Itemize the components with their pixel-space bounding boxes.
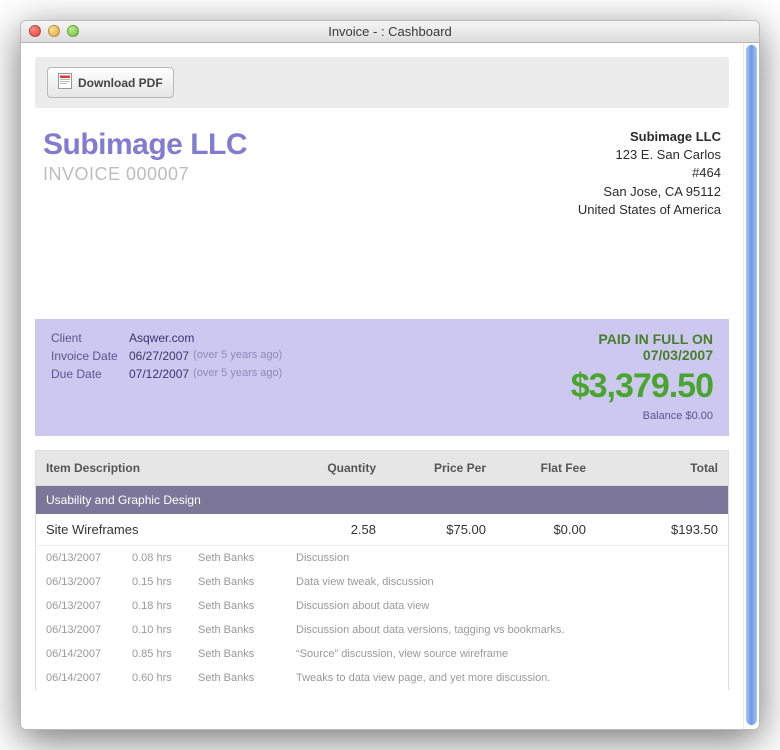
time-hours: 0.85 hrs (132, 648, 198, 660)
time-hours: 0.60 hrs (132, 672, 198, 684)
time-hours: 0.15 hrs (132, 576, 198, 588)
invoice-amount: $3,379.50 (571, 367, 713, 406)
time-entry: 06/13/20070.18 hrsSeth BanksDiscussion a… (35, 594, 729, 618)
time-note: Discussion about data view (296, 600, 718, 612)
window-title: Invoice - : Cashboard (21, 24, 759, 39)
time-note: Data view tweak, discussion (296, 576, 718, 588)
items-header-row: Item Description Quantity Price Per Flat… (35, 450, 729, 486)
time-entries: 06/13/20070.08 hrsSeth BanksDiscussion06… (35, 546, 729, 690)
invoice-header: Subimage LLC INVOICE 000007 Subimage LLC… (21, 122, 743, 219)
company-address: Subimage LLC 123 E. San Carlos #464 San … (578, 128, 721, 219)
time-entry: 06/13/20070.08 hrsSeth BanksDiscussion (35, 546, 729, 570)
paid-status: PAID IN FULL ON 07/03/2007 (571, 331, 713, 363)
item-total: $193.50 (586, 522, 718, 537)
address-name: Subimage LLC (578, 128, 721, 146)
summary-details: Client Asqwer.com Invoice Date 06/27/200… (51, 331, 282, 422)
time-person: Seth Banks (198, 552, 296, 564)
company-name: Subimage LLC (43, 128, 247, 162)
section-header: Usability and Graphic Design (35, 486, 729, 514)
time-entry: 06/14/20070.60 hrsSeth BanksTweaks to da… (35, 666, 729, 690)
time-person: Seth Banks (198, 648, 296, 660)
toolbar: Download PDF (35, 57, 729, 108)
zoom-window-button[interactable] (67, 25, 79, 37)
invoice-date-value: 06/27/2007 (129, 349, 189, 363)
line-item: Site Wireframes 2.58 $75.00 $0.00 $193.5… (35, 514, 729, 546)
time-person: Seth Banks (198, 624, 296, 636)
col-desc-header: Item Description (46, 461, 276, 475)
time-date: 06/13/2007 (46, 552, 132, 564)
company-block: Subimage LLC INVOICE 000007 (43, 128, 247, 219)
client-value: Asqwer.com (129, 331, 194, 345)
time-date: 06/14/2007 (46, 648, 132, 660)
item-qty: 2.58 (276, 522, 376, 537)
time-date: 06/13/2007 (46, 624, 132, 636)
balance-label: Balance $0.00 (571, 410, 713, 422)
address-line2: #464 (578, 164, 721, 182)
invoice-date-ago: (over 5 years ago) (193, 349, 282, 363)
time-person: Seth Banks (198, 672, 296, 684)
time-entry: 06/13/20070.10 hrsSeth BanksDiscussion a… (35, 618, 729, 642)
close-window-button[interactable] (29, 25, 41, 37)
time-hours: 0.08 hrs (132, 552, 198, 564)
time-note: Tweaks to data view page, and yet more d… (296, 672, 718, 684)
invoice-date-label: Invoice Date (51, 349, 129, 363)
titlebar[interactable]: Invoice - : Cashboard (21, 21, 759, 43)
time-hours: 0.18 hrs (132, 600, 198, 612)
time-person: Seth Banks (198, 600, 296, 612)
vertical-scrollbar[interactable] (743, 43, 759, 729)
due-date-value: 07/12/2007 (129, 367, 189, 381)
summary-totals: PAID IN FULL ON 07/03/2007 $3,379.50 Bal… (571, 331, 713, 422)
address-line4: United States of America (578, 201, 721, 219)
paid-status-line2: 07/03/2007 (643, 347, 713, 363)
time-entry: 06/13/20070.15 hrsSeth BanksData view tw… (35, 570, 729, 594)
item-fee: $0.00 (486, 522, 586, 537)
time-date: 06/13/2007 (46, 600, 132, 612)
minimize-window-button[interactable] (48, 25, 60, 37)
due-date-label: Due Date (51, 367, 129, 381)
pdf-icon (58, 73, 72, 92)
time-hours: 0.10 hrs (132, 624, 198, 636)
download-pdf-button[interactable]: Download PDF (47, 67, 174, 98)
time-date: 06/14/2007 (46, 672, 132, 684)
address-line3: San Jose, CA 95112 (578, 183, 721, 201)
time-person: Seth Banks (198, 576, 296, 588)
due-date-ago: (over 5 years ago) (193, 367, 282, 381)
col-fee-header: Flat Fee (486, 461, 586, 475)
time-date: 06/13/2007 (46, 576, 132, 588)
time-note: Discussion (296, 552, 718, 564)
download-pdf-label: Download PDF (78, 76, 163, 90)
item-desc: Site Wireframes (46, 522, 276, 537)
content-area: Download PDF Subimage LLC INVOICE 000007… (21, 43, 743, 729)
address-line1: 123 E. San Carlos (578, 146, 721, 164)
content-wrap: Download PDF Subimage LLC INVOICE 000007… (21, 43, 759, 729)
line-items: Item Description Quantity Price Per Flat… (35, 450, 729, 690)
col-total-header: Total (586, 461, 718, 475)
col-price-header: Price Per (376, 461, 486, 475)
time-note: “Source” discussion, view source wirefra… (296, 648, 718, 660)
invoice-summary: Client Asqwer.com Invoice Date 06/27/200… (35, 319, 729, 436)
app-window: Invoice - : Cashboard Download PDF Subim… (20, 20, 760, 730)
client-label: Client (51, 331, 129, 345)
traffic-lights (29, 25, 79, 37)
invoice-number: INVOICE 000007 (43, 164, 247, 185)
time-entry: 06/14/20070.85 hrsSeth Banks“Source” dis… (35, 642, 729, 666)
time-note: Discussion about data versions, tagging … (296, 624, 718, 636)
paid-status-line1: PAID IN FULL ON (598, 331, 713, 347)
col-qty-header: Quantity (276, 461, 376, 475)
item-price: $75.00 (376, 522, 486, 537)
